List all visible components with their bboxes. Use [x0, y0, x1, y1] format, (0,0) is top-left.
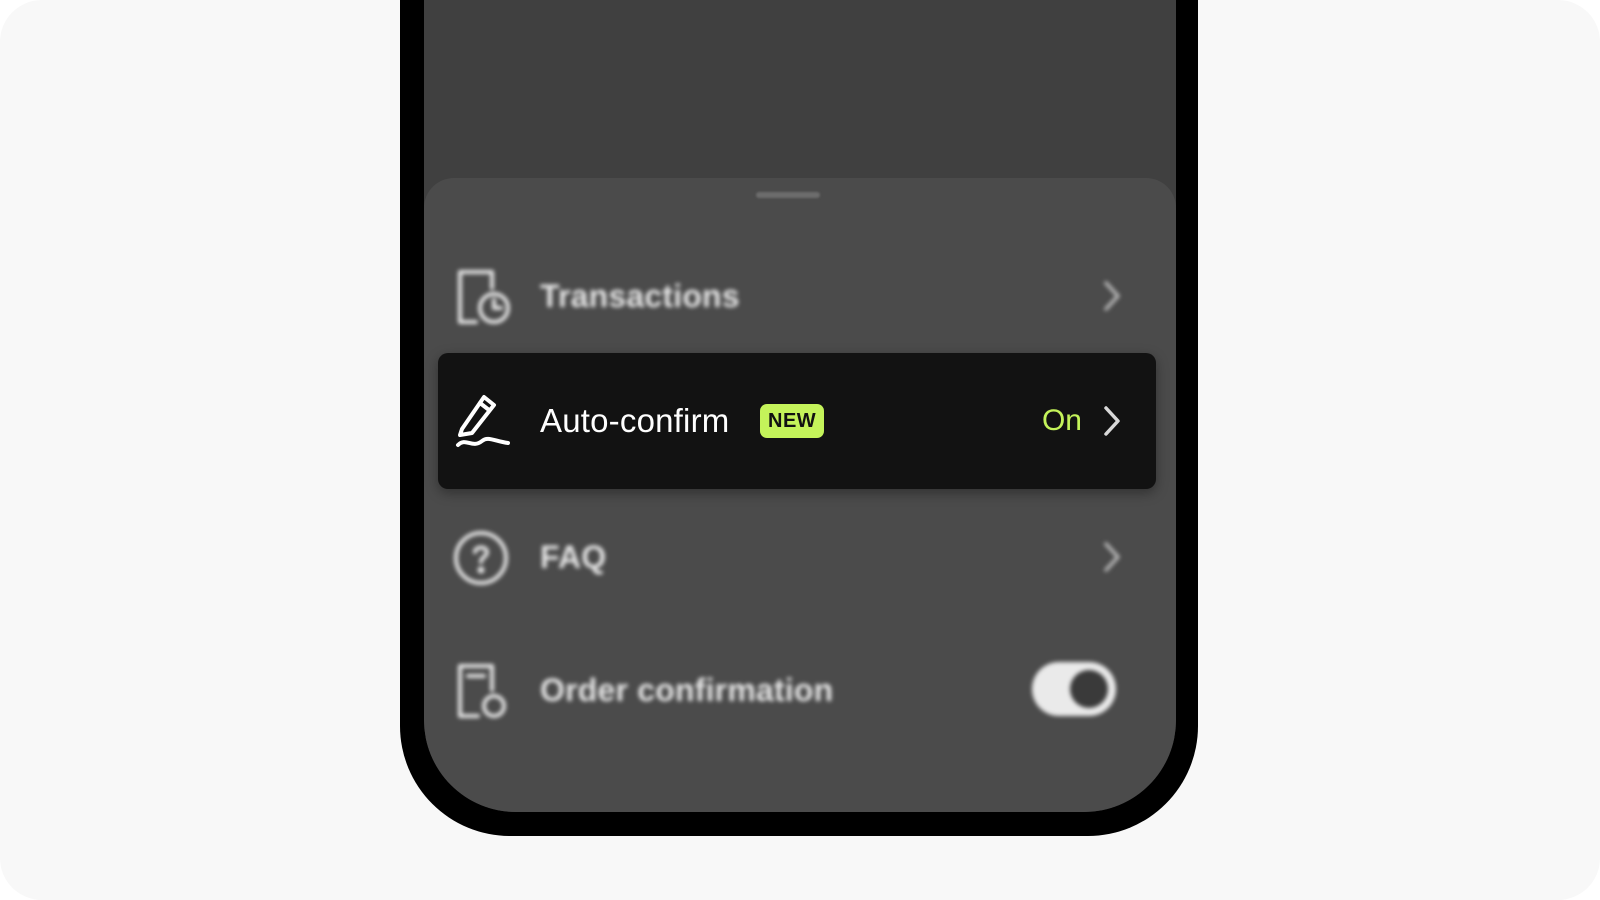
- menu-item-label: FAQ: [540, 539, 607, 575]
- sheet-drag-handle[interactable]: [756, 192, 820, 198]
- stage-background: Transactions Auto-confirm NEW On FAQ Ord…: [0, 0, 1600, 900]
- bottom-sheet: Transactions Auto-confirm NEW On FAQ Ord…: [424, 178, 1176, 812]
- new-badge: NEW: [760, 404, 825, 438]
- menu-item-label: Order confirmation: [540, 672, 834, 708]
- status-value: On: [1041, 404, 1082, 437]
- transactions-clock-icon: [454, 268, 512, 326]
- chevron-right-icon: [1096, 403, 1126, 439]
- phone-frame: Transactions Auto-confirm NEW On FAQ Ord…: [400, 0, 1198, 836]
- pen-signature-icon: [454, 393, 512, 451]
- order-confirmation-toggle[interactable]: [1032, 662, 1116, 716]
- menu-item-transactions[interactable]: Transactions: [438, 228, 1156, 364]
- menu-item-label: Auto-confirm: [540, 402, 730, 439]
- chevron-right-icon: [1096, 278, 1126, 314]
- order-document-icon: [454, 662, 512, 720]
- menu-item-auto-confirm[interactable]: Auto-confirm NEW On: [438, 353, 1156, 489]
- phone-screen: Transactions Auto-confirm NEW On FAQ Ord…: [424, 0, 1176, 812]
- question-circle-icon: [454, 529, 512, 587]
- chevron-right-icon: [1096, 539, 1126, 575]
- menu-item-order-confirmation[interactable]: Order confirmation: [438, 622, 1156, 758]
- toggle-knob: [1070, 670, 1108, 708]
- menu-item-label: Transactions: [540, 278, 740, 314]
- menu-item-faq[interactable]: FAQ: [438, 489, 1156, 625]
